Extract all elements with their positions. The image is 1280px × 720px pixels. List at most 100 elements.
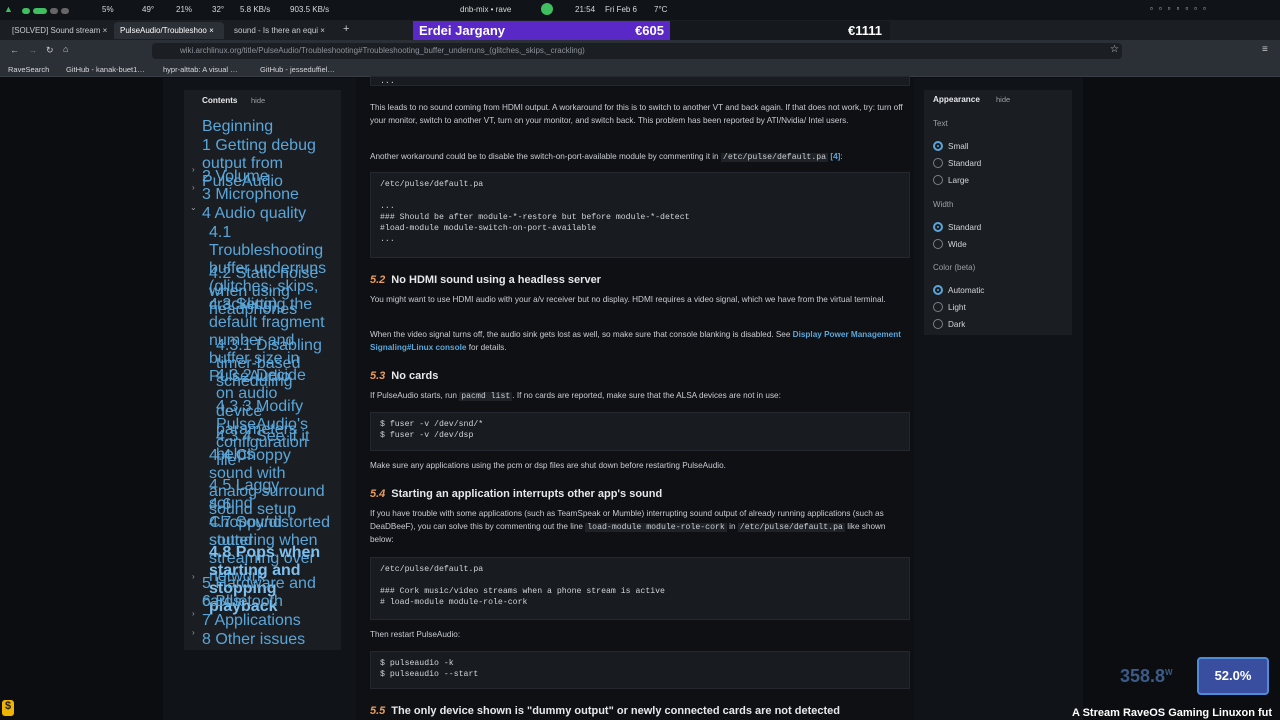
dollar-icon: $ [2,700,14,716]
heading-text: No HDMI sound using a headless server [391,274,601,286]
toc-item-2[interactable]: 2 Volume [202,168,332,186]
tray-icons[interactable]: ▫▫▫▫▫▫▫ [1150,4,1212,13]
paragraph-text: in [729,521,736,531]
code-block-top: ... [370,76,910,86]
chevron-right-icon[interactable]: › [192,628,195,637]
heading-5-5: 5.5 The only device shown is "dummy outpu… [370,705,840,717]
date: Fri Feb 6 [605,5,638,14]
media-title[interactable]: dnb-mix • rave [460,5,511,14]
new-tab-button[interactable]: + [340,22,356,39]
code-block-default-pa: /etc/pulse/default.pa ... ### Should be … [370,172,910,258]
paragraph-text: for details. [468,342,507,352]
toc-hide-button[interactable]: hide [251,95,265,106]
bookmark-ravesearch[interactable]: RaveSearch [8,65,49,74]
radio-label: Wide [948,240,967,249]
radio-label: Large [948,176,969,185]
radio-label: Standard [948,223,982,232]
heading-5-2: 5.2 No HDMI sound using a headless server [370,274,601,286]
radio-label: Standard [948,159,982,168]
gpu-temp: 32° [212,5,225,14]
radio-width-standard[interactable] [933,222,943,232]
bookmark-github-kanak[interactable]: GitHub - kanak-buet1… [66,65,145,74]
section-number: 5.4 [370,488,386,500]
chevron-right-icon[interactable]: › [192,572,195,581]
code-block-restart: $ pulseaudio -k $ pulseaudio --start [370,651,910,689]
radio-label: Automatic [948,286,985,295]
weather: 7°C [654,5,668,14]
text-size-label: Text [933,119,948,128]
section-number: 5.3 [370,370,386,382]
toc-item-beginning[interactable]: Beginning [202,118,332,136]
heading-5-4: 5.4 Starting an application interrupts ot… [370,488,662,500]
width-label: Width [933,200,954,209]
section-number: 5.5 [370,705,386,717]
donation-overlay: Erdei Jargany €605 [413,21,670,41]
bookmark-hypr-alttab[interactable]: hypr-alttab: A visual … [163,65,238,74]
back-icon[interactable]: ← [10,45,19,55]
tab-pulseaudio-troubleshooting[interactable]: PulseAudio/Troubleshoo × [114,22,224,39]
paragraph-pcm-dsp: Make sure any applications using the pcm… [370,461,726,470]
home-icon[interactable]: ⌂ [63,44,68,54]
code-block-fuser: $ fuser -v /dev/snd/* $ fuser -v /dev/ds… [370,412,910,451]
cpu-temp: 49° [142,5,155,14]
reload-icon[interactable]: ↻ [46,45,54,56]
paragraph-console-blanking: When the video signal turns off, the aud… [370,329,910,354]
section-number: 5.2 [370,274,386,286]
radio-color-dark[interactable] [933,319,943,329]
donation-total: €1111 [670,21,890,41]
bookmark-github-jesse[interactable]: GitHub - jesseduffiel… [260,65,335,74]
paragraph-text: If PulseAudio starts, run [370,391,457,400]
radio-color-automatic[interactable] [933,285,943,295]
donation-amount: €605 [635,23,664,38]
tab-label: PulseAudio/Troubleshoo [120,26,207,35]
radio-label: Dark [948,320,966,329]
radio-text-standard[interactable] [933,158,943,168]
chevron-right-icon[interactable]: › [192,183,195,192]
paragraph-switch-on-port: Another workaround could be to disable t… [370,152,843,162]
menu-icon[interactable]: ≡ [1262,44,1268,55]
toc-item-8[interactable]: 8 Other issues [202,631,332,649]
power-readout: 358.8W [1120,666,1173,687]
radio-text-small[interactable] [933,141,943,151]
radio-color-light[interactable] [933,302,943,312]
appearance-hide-button[interactable]: hide [996,95,1010,104]
play-icon[interactable] [541,3,553,15]
chevron-right-icon[interactable]: › [192,609,195,618]
bookmark-star-icon[interactable]: ☆ [1110,44,1119,55]
toc-title: Contents [202,96,238,105]
chevron-down-icon[interactable]: ⌄ [190,203,197,212]
toc-item-6[interactable]: 6 Bluetooth [202,593,332,611]
tab-sound-equivalent[interactable]: sound - Is there an equi × [228,22,336,39]
net-down: 5.8 KB/s [240,5,271,14]
tab-solved-sound-stream[interactable]: [SOLVED] Sound stream × [6,22,111,39]
paragraph-no-cards: If PulseAudio starts, run pacmd list. If… [370,390,910,404]
paragraph-hdmi-headless: You might want to use HDMI audio with yo… [370,295,886,304]
toc-item-4[interactable]: 4 Audio quality [202,205,332,223]
radio-label: Small [948,142,969,151]
bookmarks-bar: RaveSearch GitHub - kanak-buet1… hypr-al… [0,62,1280,77]
ram-usage: 21% [176,5,193,14]
heading-text: The only device shown is "dummy output" … [391,705,840,717]
chevron-right-icon[interactable]: › [192,165,195,174]
percent-readout: 52.0% [1197,657,1269,695]
toc-item-3[interactable]: 3 Microphone [202,186,332,204]
tab-label: [SOLVED] Sound stream [12,26,101,35]
net-up: 903.5 KB/s [290,5,330,14]
appearance-title: Appearance [933,95,980,104]
radio-text-large[interactable] [933,175,943,185]
launcher-icon[interactable]: ▲ [4,4,13,14]
tab-label: sound - Is there an equi [234,26,319,35]
inline-code: /etc/pulse/default.pa [720,153,829,162]
code-block-role-cork: /etc/pulse/default.pa ### Cork music/vid… [370,557,910,620]
heading-text: Starting an application interrupts other… [391,488,663,500]
radio-width-wide[interactable] [933,239,943,249]
forward-icon[interactable]: → [28,45,37,55]
paragraph-text: Another workaround could be to disable t… [370,152,719,161]
toc-item-7[interactable]: 7 Applications [202,612,332,630]
address-bar[interactable]: wiki.archlinux.org/title/PulseAudio/Trou… [152,43,1122,59]
radio-label: Light [948,303,966,312]
inline-code: pacmd list [459,392,513,401]
watt-value: 358.8 [1120,666,1166,686]
workspace-indicator[interactable] [22,7,72,16]
reference-link[interactable]: [4] [830,152,840,161]
